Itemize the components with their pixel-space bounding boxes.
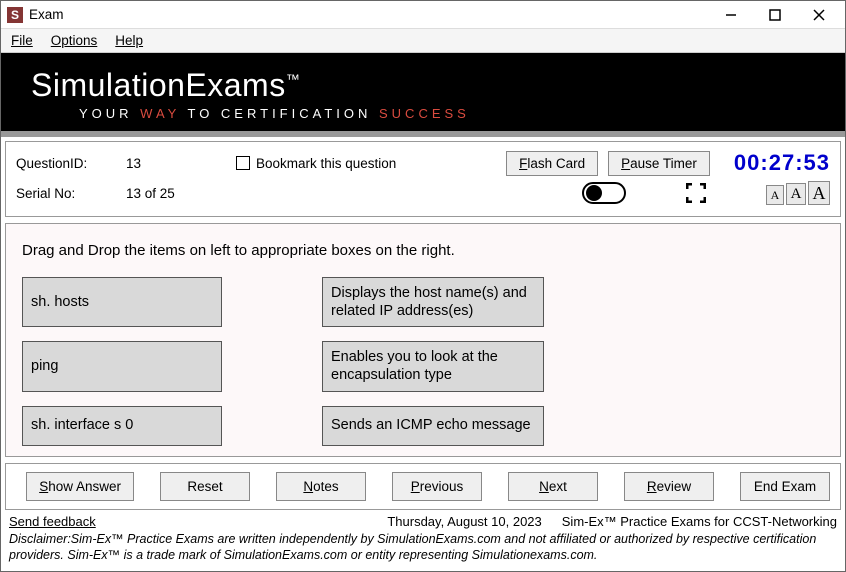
serial-label: Serial No: [16, 186, 126, 201]
minimize-button[interactable] [709, 1, 753, 29]
menu-options-label: Options [51, 33, 98, 48]
app-icon: S [7, 7, 23, 23]
pause-timer-button[interactable]: Pause Timer [608, 151, 710, 176]
question-panel: Drag and Drop the items on left to appro… [5, 223, 841, 457]
maximize-button[interactable] [753, 1, 797, 29]
drop-target[interactable]: Enables you to look at the encapsulation… [322, 341, 544, 391]
end-exam-button[interactable]: End Exam [740, 472, 830, 501]
send-feedback-link[interactable]: Send feedback [9, 514, 96, 529]
timer-display: 00:27:53 [734, 150, 830, 176]
flash-card-button[interactable]: Flash Card [506, 151, 598, 176]
drag-item[interactable]: ping [22, 341, 222, 391]
menu-file-label: File [11, 33, 33, 48]
title-bar: S Exam [1, 1, 845, 29]
menu-help[interactable]: Help [115, 33, 143, 48]
dark-mode-toggle[interactable] [582, 182, 626, 204]
action-bar: Show Answer Reset Notes Previous Next Re… [5, 463, 841, 510]
footer-date: Thursday, August 10, 2023 [387, 514, 541, 529]
questionid-value: 13 [126, 156, 236, 171]
footer: Send feedback Thursday, August 10, 2023 … [1, 510, 845, 531]
drop-target[interactable]: Sends an ICMP echo message [322, 406, 544, 446]
serial-value: 13 of 25 [126, 186, 236, 201]
questionid-label: QuestionID: [16, 156, 126, 171]
previous-button[interactable]: Previous [392, 472, 482, 501]
window-title: Exam [29, 7, 64, 22]
disclaimer-text: Disclaimer:Sim-Ex™ Practice Exams are wr… [1, 531, 845, 568]
banner: SimulationExams™ YOUR WAY TO CERTIFICATI… [1, 53, 845, 137]
checkbox-icon [236, 156, 250, 170]
fullscreen-icon[interactable] [686, 183, 706, 203]
notes-button[interactable]: Notes [276, 472, 366, 501]
next-button[interactable]: Next [508, 472, 598, 501]
show-answer-button[interactable]: Show Answer [26, 472, 134, 501]
menu-options[interactable]: Options [51, 33, 98, 48]
menu-bar: File Options Help [1, 29, 845, 53]
question-prompt: Drag and Drop the items on left to appro… [22, 242, 824, 259]
menu-help-label: Help [115, 33, 143, 48]
reset-button[interactable]: Reset [160, 472, 250, 501]
menu-file[interactable]: File [11, 33, 33, 48]
font-size-small[interactable]: A [766, 185, 784, 205]
bookmark-label: Bookmark this question [256, 156, 396, 171]
drag-drop-area: sh. hosts Displays the host name(s) and … [22, 277, 824, 446]
drag-item[interactable]: sh. hosts [22, 277, 222, 327]
brand-name: SimulationExams™ [31, 67, 815, 104]
meta-panel: QuestionID: 13 Bookmark this question Fl… [5, 141, 841, 217]
font-size-medium[interactable]: A [786, 183, 806, 205]
brand-tm: ™ [286, 71, 301, 87]
footer-product: Sim-Ex™ Practice Exams for CCST-Networki… [562, 514, 837, 529]
close-button[interactable] [797, 1, 841, 29]
font-size-group: A A A [766, 181, 830, 205]
font-size-large[interactable]: A [808, 181, 830, 205]
bookmark-checkbox[interactable]: Bookmark this question [236, 156, 396, 171]
review-button[interactable]: Review [624, 472, 714, 501]
brand-text: SimulationExams [31, 67, 286, 103]
brand-tagline: YOUR WAY TO CERTIFICATION SUCCESS [31, 106, 815, 121]
drag-item[interactable]: sh. interface s 0 [22, 406, 222, 446]
toggle-knob [586, 185, 602, 201]
drop-target[interactable]: Displays the host name(s) and related IP… [322, 277, 544, 327]
